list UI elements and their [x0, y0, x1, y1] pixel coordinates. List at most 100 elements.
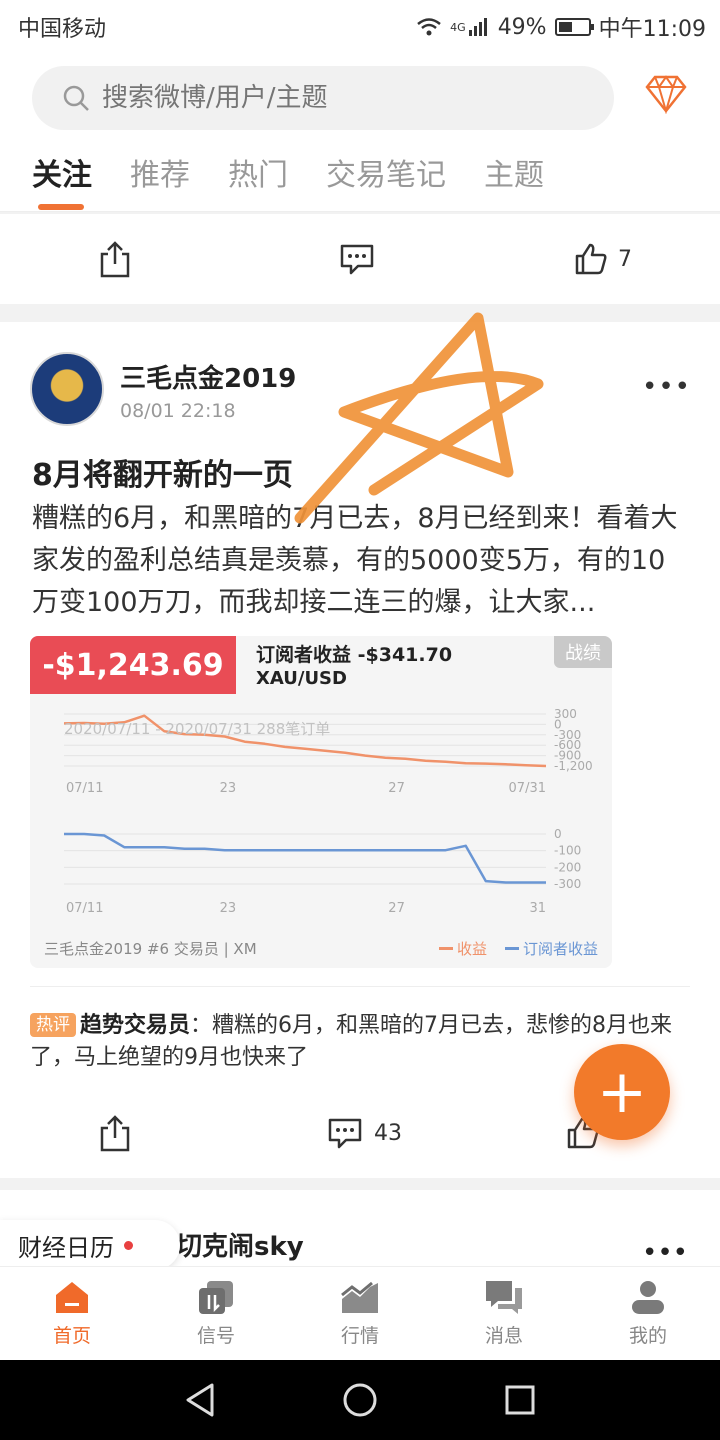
- pnl-value: -$1,243.69: [30, 636, 236, 694]
- post-share-button[interactable]: [98, 1088, 132, 1178]
- next-post-author[interactable]: 切克闹sky: [176, 1226, 304, 1263]
- notification-dot: [124, 1240, 133, 1250]
- recents-icon[interactable]: [504, 1384, 536, 1416]
- home-icon: [56, 1282, 88, 1313]
- bottom-tab-profile-label: 我的: [628, 1325, 667, 1347]
- period-label: 2020/07/11 - 2020/07/31 288笔订单: [64, 720, 330, 738]
- x-tick-label: 07/31: [509, 781, 546, 796]
- divider: [30, 986, 690, 987]
- avatar[interactable]: [30, 352, 104, 426]
- legend-subscriber-swatch: [504, 947, 519, 950]
- x-tick-label: 27: [388, 901, 405, 916]
- bottom-tab-signals-label: 信号: [196, 1325, 235, 1347]
- trade-footer: 三毛点金2019 #6 交易员 | XM: [44, 940, 257, 958]
- chart-legend: 收益 订阅者收益: [438, 938, 598, 959]
- search-bar[interactable]: [32, 66, 614, 130]
- signal-icon: [468, 18, 487, 36]
- post-title[interactable]: 8月将翻开新的一页: [32, 450, 293, 494]
- bottom-tab-bar: 首页 信号 行情 消息 我的: [0, 1266, 720, 1360]
- chat-bubbles-icon: [486, 1281, 522, 1314]
- post-date: 08/01 22:18: [120, 400, 236, 422]
- x-tick-label: 07/11: [66, 901, 103, 916]
- bottom-tab-home-label: 首页: [52, 1325, 91, 1347]
- like-button[interactable]: 7: [574, 214, 632, 304]
- post-comment-button[interactable]: 43: [326, 1088, 402, 1178]
- carrier-label: 中国移动: [18, 17, 107, 42]
- thumbs-up-icon: [575, 243, 607, 275]
- trade-card[interactable]: 300 0 -300 -600 -900 -1,200 07/11 23 27 07/31 0 -10…: [30, 636, 612, 968]
- tab-hot[interactable]: 热门: [228, 150, 288, 194]
- tab-topics[interactable]: 主题: [484, 150, 544, 194]
- share-icon: [100, 241, 130, 278]
- back-icon[interactable]: [184, 1382, 216, 1418]
- y-tick-label: -300: [554, 877, 581, 891]
- finance-calendar-button[interactable]: 财经日历: [0, 1220, 180, 1270]
- comment-icon: [328, 1118, 362, 1149]
- x-tick-label: 23: [220, 901, 237, 916]
- battery-percent: 49%: [497, 14, 547, 40]
- calendar-label: 财经日历: [18, 1233, 114, 1262]
- share-button[interactable]: [98, 214, 132, 304]
- comment-user[interactable]: 趋势交易员: [80, 1013, 190, 1038]
- bottom-tab-profile[interactable]: 我的: [576, 1267, 720, 1360]
- bottom-tab-signals[interactable]: 信号: [144, 1267, 288, 1360]
- prev-post-actions: 7: [0, 214, 720, 304]
- tab-trade-notes[interactable]: 交易笔记: [326, 150, 446, 194]
- post-author[interactable]: 三毛点金2019: [120, 358, 296, 395]
- record-badge: 战绩: [554, 636, 612, 668]
- comment-button[interactable]: [338, 214, 376, 304]
- comment-count: 43: [374, 1120, 402, 1146]
- home-circle-icon[interactable]: [342, 1382, 378, 1418]
- market-chart-icon: [341, 1281, 378, 1313]
- header: 关注 推荐 热门 交易笔记 主题: [0, 50, 720, 212]
- subscriber-profit: 订阅者收益 -$341.70: [256, 644, 453, 666]
- legend-profit-label: 收益: [456, 940, 487, 958]
- hot-comment-tag: 热评: [30, 1013, 76, 1037]
- status-bar: 中国移动 4G 49% 中午11:09: [0, 0, 720, 50]
- bottom-tab-messages-label: 消息: [484, 1325, 523, 1347]
- search-icon: [63, 85, 89, 111]
- network-type: 4G: [450, 20, 466, 34]
- more-options-icon[interactable]: •••: [642, 1238, 688, 1268]
- active-tab-indicator: [38, 204, 84, 210]
- y-tick-label: 0: [554, 827, 562, 841]
- compose-fab-button[interactable]: +: [574, 1044, 670, 1140]
- legend-profit: 收益: [438, 938, 487, 959]
- more-options-icon[interactable]: •••: [642, 372, 691, 402]
- legend-profit-swatch: [438, 947, 453, 950]
- battery-fill: [558, 22, 573, 32]
- share-icon: [100, 1115, 130, 1152]
- clock: 中午11:09: [598, 17, 706, 42]
- trade-symbol: XAU/USD: [256, 668, 347, 689]
- x-tick-label: 27: [388, 781, 405, 796]
- y-tick-label: -1,200: [554, 759, 593, 773]
- x-tick-label: 23: [220, 781, 237, 796]
- status-right: 4G 49% 中午11:09: [416, 11, 706, 43]
- y-tick-label: -200: [554, 860, 581, 874]
- battery-icon: [554, 18, 594, 36]
- star-doodle: [294, 312, 544, 524]
- system-nav-bar: [0, 1360, 720, 1440]
- bottom-tab-market-label: 行情: [340, 1325, 379, 1347]
- plus-icon: +: [596, 1057, 648, 1127]
- x-tick-label: 31: [529, 901, 546, 916]
- x-tick-label: 07/11: [66, 781, 103, 796]
- screen: 中国移动 4G 49% 中午11:09 关注 推荐 热门 交易笔记 主题: [0, 0, 720, 1440]
- bottom-tab-messages[interactable]: 消息: [432, 1267, 576, 1360]
- series-line-subscriber: [64, 832, 546, 884]
- comment-icon: [340, 244, 374, 275]
- person-icon: [632, 1281, 664, 1314]
- signal-cards-icon: [199, 1281, 233, 1314]
- y-tick-label: -100: [554, 844, 581, 858]
- legend-subscriber: 订阅者收益: [504, 938, 598, 959]
- wifi-icon: [417, 18, 441, 36]
- legend-subscriber-label: 订阅者收益: [522, 940, 598, 958]
- bottom-tab-market[interactable]: 行情: [288, 1267, 432, 1360]
- search-input[interactable]: [102, 83, 562, 113]
- like-count: 7: [618, 246, 632, 272]
- diamond-icon[interactable]: [644, 74, 688, 114]
- tab-recommended[interactable]: 推荐: [130, 150, 190, 194]
- bottom-tab-home[interactable]: 首页: [0, 1267, 144, 1360]
- tab-following[interactable]: 关注: [32, 150, 92, 194]
- feed-tabs: 关注 推荐 热门 交易笔记 主题: [32, 150, 544, 194]
